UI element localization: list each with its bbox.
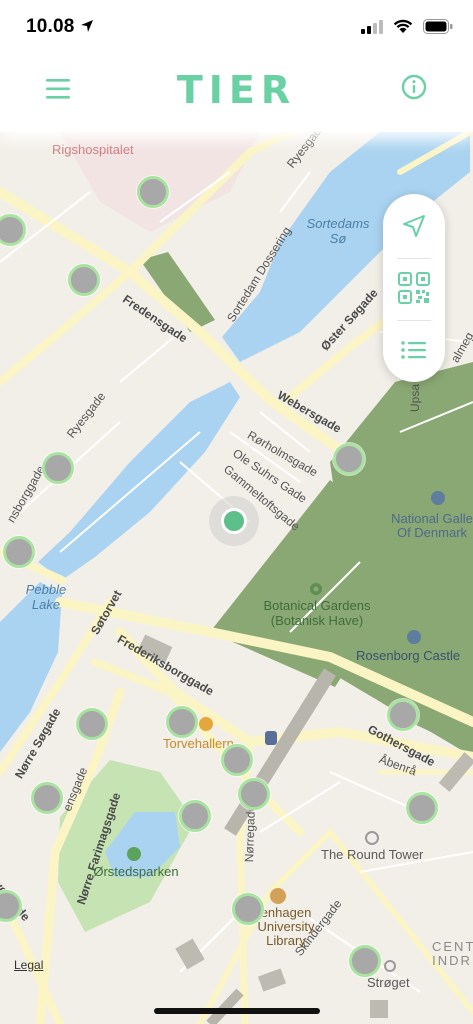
water-label: Sortedams Sø (306, 216, 370, 246)
wifi-icon (393, 19, 413, 33)
scooter-marker[interactable] (406, 792, 438, 824)
locate-button[interactable] (383, 198, 445, 254)
scooter-marker[interactable] (221, 744, 253, 776)
app-header: TIER (0, 56, 473, 132)
scooter-marker[interactable] (179, 800, 211, 832)
park-label: Botanical Gardens (Botanisk Have) (263, 598, 371, 628)
street-label: Nørregade (242, 804, 258, 863)
battery-icon (423, 19, 453, 34)
water-label: Pebble Lake (25, 582, 67, 612)
scooter-marker[interactable] (387, 699, 419, 731)
poi-label: Rosenborg Castle (356, 648, 461, 663)
cellular-signal-icon (361, 19, 383, 34)
scooter-marker[interactable] (42, 452, 74, 484)
divider (397, 258, 431, 259)
scooter-marker[interactable] (166, 706, 198, 738)
scooter-marker[interactable] (137, 176, 169, 208)
scooter-marker[interactable] (31, 782, 63, 814)
scooter-marker[interactable] (238, 778, 270, 810)
info-icon[interactable] (401, 74, 427, 100)
home-indicator[interactable] (154, 1008, 320, 1014)
status-icons (361, 19, 453, 34)
location-arrow-icon (81, 20, 93, 32)
scooter-marker[interactable] (68, 264, 100, 296)
poi-label: Strøget (367, 975, 410, 990)
scooter-marker[interactable] (349, 945, 381, 977)
map-controls-panel (383, 194, 445, 382)
navigation-icon (403, 215, 425, 237)
poi-label: The Round Tower (321, 847, 424, 862)
scooter-marker[interactable] (333, 443, 365, 475)
street-label: Upsa (408, 383, 422, 412)
poi-label: Rigshospitalet (52, 142, 134, 157)
scan-qr-button[interactable] (383, 260, 445, 316)
status-bar: 10.08 (0, 0, 473, 56)
list-icon (401, 341, 426, 359)
park-label: Ørstedsparken (93, 864, 179, 879)
poi-label: CENT INDR (432, 939, 473, 968)
user-location-dot (221, 508, 247, 534)
list-button[interactable] (383, 322, 445, 378)
status-time: 10.08 (26, 16, 75, 37)
poi-label: Torvehallern (163, 736, 234, 751)
scooter-marker[interactable] (232, 893, 264, 925)
scooter-marker[interactable] (3, 536, 35, 568)
legal-link[interactable]: Legal (14, 958, 43, 972)
divider (397, 320, 431, 321)
scooter-marker[interactable] (76, 708, 108, 740)
poi-label: National Galle Of Denmark (391, 511, 473, 540)
qr-code-icon (398, 272, 430, 304)
